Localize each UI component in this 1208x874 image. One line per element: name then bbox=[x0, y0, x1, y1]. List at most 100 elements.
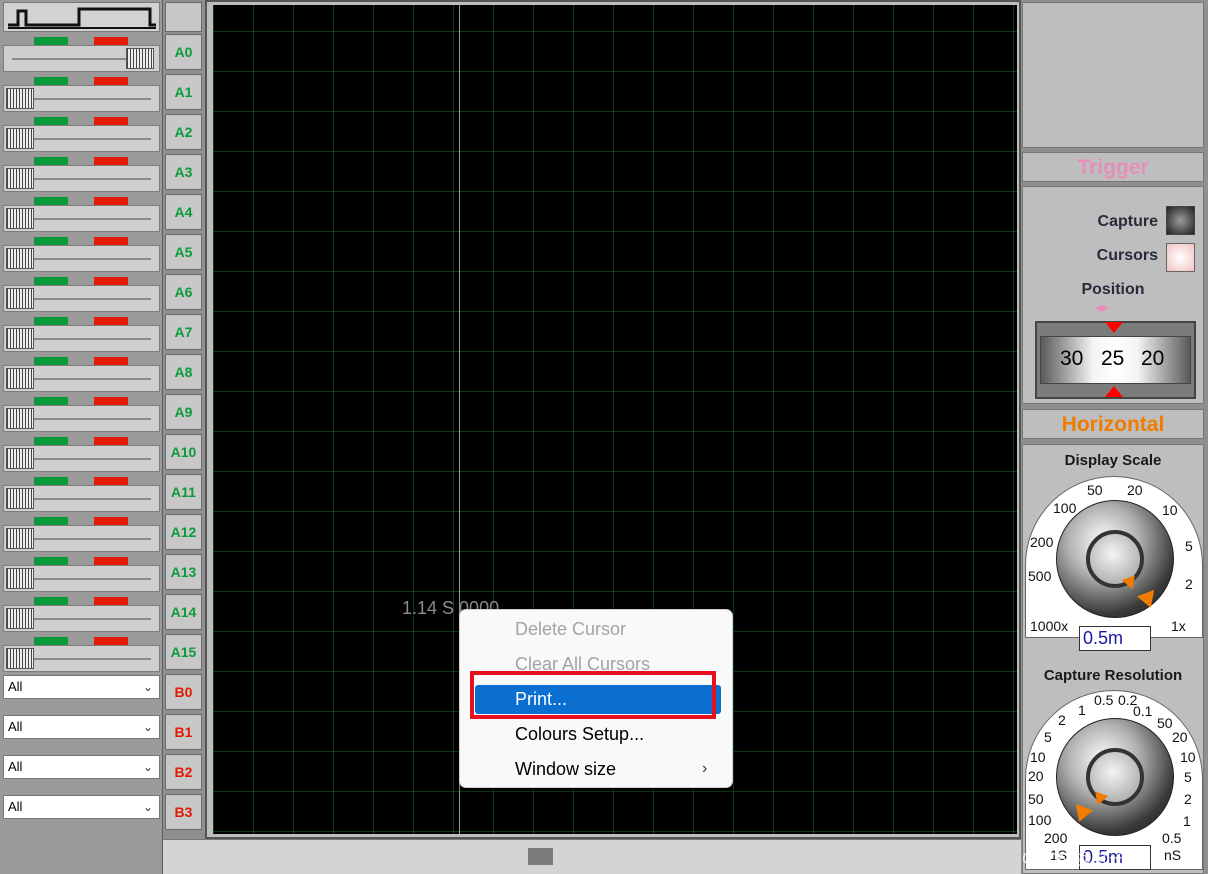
bus-filter-select-b0[interactable]: All ⌄ bbox=[3, 675, 160, 699]
channel-button-a4[interactable]: A4 bbox=[165, 194, 202, 230]
channel-button-a10[interactable]: A10 bbox=[165, 434, 202, 470]
channel-slider-row bbox=[3, 77, 160, 117]
green-color-tab[interactable] bbox=[34, 437, 68, 445]
slider-track[interactable] bbox=[3, 605, 160, 632]
slider-track[interactable] bbox=[3, 165, 160, 192]
red-color-tab[interactable] bbox=[94, 557, 128, 565]
menu-item-colours-setup[interactable]: Colours Setup... bbox=[475, 720, 721, 749]
channel-button-a5[interactable]: A5 bbox=[165, 234, 202, 270]
channel-button-a8[interactable]: A8 bbox=[165, 354, 202, 390]
menu-item-delete-cursor[interactable]: Delete Cursor bbox=[475, 615, 721, 644]
channel-button-a6[interactable]: A6 bbox=[165, 274, 202, 310]
green-color-tab[interactable] bbox=[34, 477, 68, 485]
slider-track[interactable] bbox=[3, 125, 160, 152]
slider-thumb[interactable] bbox=[6, 648, 34, 669]
slider-track[interactable] bbox=[3, 325, 160, 352]
slider-thumb[interactable] bbox=[6, 208, 34, 229]
slider-track[interactable] bbox=[3, 45, 160, 72]
red-color-tab[interactable] bbox=[94, 317, 128, 325]
slider-track[interactable] bbox=[3, 645, 160, 672]
slider-thumb[interactable] bbox=[6, 328, 34, 349]
red-color-tab[interactable] bbox=[94, 277, 128, 285]
green-color-tab[interactable] bbox=[34, 277, 68, 285]
green-color-tab[interactable] bbox=[34, 37, 68, 45]
slider-thumb[interactable] bbox=[6, 528, 34, 549]
green-color-tab[interactable] bbox=[34, 357, 68, 365]
channel-button-b3[interactable]: B3 bbox=[165, 794, 202, 830]
channel-button-b0[interactable]: B0 bbox=[165, 674, 202, 710]
red-color-tab[interactable] bbox=[94, 597, 128, 605]
channel-button-a13[interactable]: A13 bbox=[165, 554, 202, 590]
display-scale-title: Display Scale bbox=[1064, 452, 1162, 469]
slider-thumb[interactable] bbox=[6, 248, 34, 269]
green-color-tab[interactable] bbox=[34, 397, 68, 405]
red-color-tab[interactable] bbox=[94, 117, 128, 125]
channel-button-a0[interactable]: A0 bbox=[165, 34, 202, 70]
channel-button-a9[interactable]: A9 bbox=[165, 394, 202, 430]
slider-track[interactable] bbox=[3, 525, 160, 552]
slider-thumb[interactable] bbox=[6, 88, 34, 109]
channel-button-a11[interactable]: A11 bbox=[165, 474, 202, 510]
bus-filter-select-b1[interactable]: All ⌄ bbox=[3, 715, 160, 739]
slider-track[interactable] bbox=[3, 85, 160, 112]
red-color-tab[interactable] bbox=[94, 397, 128, 405]
red-color-tab[interactable] bbox=[94, 477, 128, 485]
red-color-tab[interactable] bbox=[94, 77, 128, 85]
green-color-tab[interactable] bbox=[34, 637, 68, 645]
slider-thumb[interactable] bbox=[6, 568, 34, 589]
red-color-tab[interactable] bbox=[94, 197, 128, 205]
menu-item-window-size[interactable]: Window size bbox=[475, 755, 721, 784]
red-color-tab[interactable] bbox=[94, 37, 128, 45]
channel-button-a3[interactable]: A3 bbox=[165, 154, 202, 190]
bus-filter-select-b3[interactable]: All ⌄ bbox=[3, 795, 160, 819]
scrollbar-thumb[interactable] bbox=[528, 848, 553, 865]
red-color-tab[interactable] bbox=[94, 517, 128, 525]
slider-thumb[interactable] bbox=[6, 408, 34, 429]
slider-thumb[interactable] bbox=[126, 48, 154, 69]
slider-thumb[interactable] bbox=[6, 168, 34, 189]
channel-button-a12[interactable]: A12 bbox=[165, 514, 202, 550]
channel-button-b2[interactable]: B2 bbox=[165, 754, 202, 790]
channel-button-a2[interactable]: A2 bbox=[165, 114, 202, 150]
slider-thumb[interactable] bbox=[6, 448, 34, 469]
channel-button-b1[interactable]: B1 bbox=[165, 714, 202, 750]
green-color-tab[interactable] bbox=[34, 597, 68, 605]
slider-thumb[interactable] bbox=[6, 128, 34, 149]
green-color-tab[interactable] bbox=[34, 157, 68, 165]
slider-track[interactable] bbox=[3, 445, 160, 472]
slider-track[interactable] bbox=[3, 565, 160, 592]
cursors-button[interactable] bbox=[1166, 243, 1195, 272]
capture-button[interactable] bbox=[1166, 206, 1195, 235]
red-color-tab[interactable] bbox=[94, 637, 128, 645]
channel-color-tabs bbox=[34, 117, 130, 125]
slider-track[interactable] bbox=[3, 205, 160, 232]
slider-thumb[interactable] bbox=[6, 368, 34, 389]
green-color-tab[interactable] bbox=[34, 197, 68, 205]
slider-thumb[interactable] bbox=[6, 288, 34, 309]
channel-button-a15[interactable]: A15 bbox=[165, 634, 202, 670]
slider-track[interactable] bbox=[3, 245, 160, 272]
slider-thumb[interactable] bbox=[6, 608, 34, 629]
horizontal-scrollbar[interactable] bbox=[163, 839, 1021, 874]
green-color-tab[interactable] bbox=[34, 77, 68, 85]
red-color-tab[interactable] bbox=[94, 437, 128, 445]
channel-button-a1[interactable]: A1 bbox=[165, 74, 202, 110]
display-scale-value[interactable]: 0.5m bbox=[1079, 626, 1151, 651]
bus-filter-select-b2[interactable]: All ⌄ bbox=[3, 755, 160, 779]
red-color-tab[interactable] bbox=[94, 237, 128, 245]
slider-track[interactable] bbox=[3, 485, 160, 512]
red-color-tab[interactable] bbox=[94, 157, 128, 165]
green-color-tab[interactable] bbox=[34, 117, 68, 125]
slider-track[interactable] bbox=[3, 365, 160, 392]
green-color-tab[interactable] bbox=[34, 317, 68, 325]
slider-track[interactable] bbox=[3, 405, 160, 432]
channel-slider-row bbox=[3, 597, 160, 637]
green-color-tab[interactable] bbox=[34, 237, 68, 245]
slider-thumb[interactable] bbox=[6, 488, 34, 509]
green-color-tab[interactable] bbox=[34, 517, 68, 525]
channel-button-a7[interactable]: A7 bbox=[165, 314, 202, 350]
channel-button-a14[interactable]: A14 bbox=[165, 594, 202, 630]
green-color-tab[interactable] bbox=[34, 557, 68, 565]
slider-track[interactable] bbox=[3, 285, 160, 312]
red-color-tab[interactable] bbox=[94, 357, 128, 365]
